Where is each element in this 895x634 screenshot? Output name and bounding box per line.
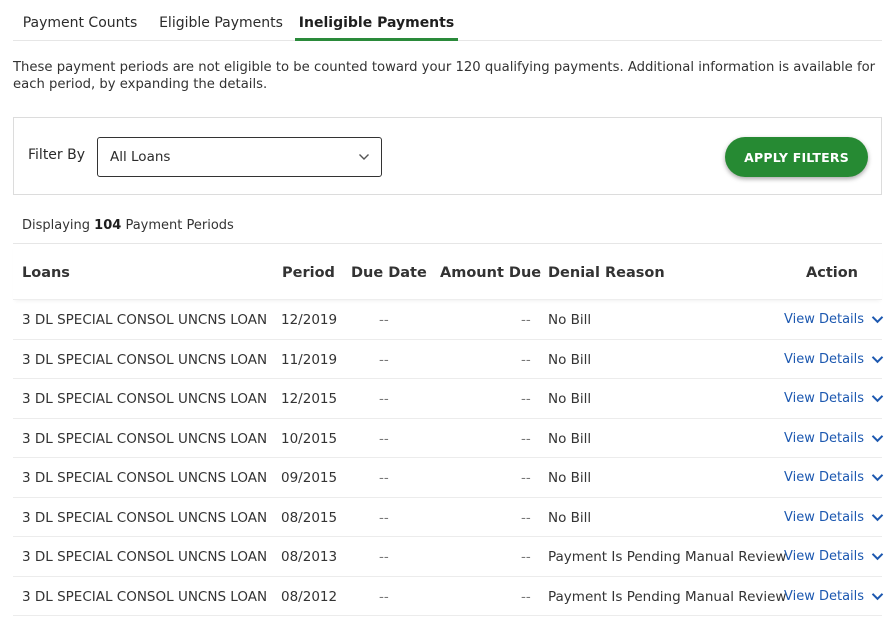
chevron-down-icon: [871, 316, 884, 324]
chevron-down-icon: [871, 592, 884, 600]
view-details-label: View Details: [784, 549, 865, 564]
amount-due-cell: --: [521, 430, 531, 447]
due-date-cell: --: [379, 391, 389, 407]
period-cell: 10/2015: [281, 430, 338, 447]
amount-due-cell: --: [521, 588, 531, 605]
table-row: 3 DL SPECIAL CONSOL UNCNS LOAN 12/2019 -…: [13, 300, 884, 340]
table-row: 3 DL SPECIAL CONSOL UNCNS LOAN 10/2015 -…: [13, 419, 884, 458]
view-details-label: View Details: [784, 312, 865, 327]
filter-label: Filter By: [28, 147, 86, 163]
due-date-cell: --: [379, 351, 389, 368]
loan-name-cell: 3 DL SPECIAL CONSOL UNCNS LOAN: [22, 509, 268, 526]
chevron-down-icon: [871, 355, 884, 363]
amount-due-cell: --: [521, 549, 531, 565]
amount-due-cell: --: [521, 391, 531, 407]
tab-ineligible-payments[interactable]: Ineligible Payments: [295, 0, 458, 41]
period-cell: 08/2013: [281, 549, 338, 565]
column-header-due-date: Due Date: [351, 265, 427, 281]
intro-text: These payment periods are not eligible t…: [13, 60, 876, 92]
table-row: 3 DL SPECIAL CONSOL UNCNS LOAN 12/2015 -…: [13, 379, 884, 419]
period-cell: 11/2019: [281, 351, 338, 368]
column-header-loans: Loans: [22, 265, 70, 281]
denial-reason-cell: Payment Is Pending Manual Review: [548, 549, 787, 565]
period-cell: 12/2015: [281, 391, 338, 407]
ineligible-payments-table: Loans Period Due Date Amount Due Denial …: [13, 243, 884, 616]
amount-due-cell: --: [521, 509, 531, 526]
loan-name-cell: 3 DL SPECIAL CONSOL UNCNS LOAN: [22, 588, 268, 605]
table-row: 3 DL SPECIAL CONSOL UNCNS LOAN 09/2015 -…: [13, 458, 884, 498]
column-header-action: Action: [806, 265, 859, 281]
tab-bar: Payment Counts Eligible Payments Ineligi…: [13, 0, 882, 41]
column-header-amount-due: Amount Due: [440, 265, 542, 281]
view-details-label: View Details: [784, 351, 865, 367]
view-details-label: View Details: [784, 391, 865, 406]
period-cell: 09/2015: [281, 470, 338, 486]
tab-eligible-payments[interactable]: Eligible Payments: [147, 0, 295, 41]
period-cell: 08/2012: [281, 588, 338, 605]
apply-filters-button[interactable]: APPLY FILTERS: [725, 137, 868, 177]
column-header-period: Period: [282, 265, 335, 281]
table-row: 3 DL SPECIAL CONSOL UNCNS LOAN 08/2015 -…: [13, 498, 884, 537]
chevron-down-icon: [871, 513, 884, 521]
payment-history-page: Payment Counts Eligible Payments Ineligi…: [0, 0, 895, 634]
denial-reason-cell: No Bill: [548, 391, 592, 407]
view-details-link[interactable]: View Details: [784, 510, 884, 525]
view-details-link[interactable]: View Details: [784, 589, 884, 604]
view-details-label: View Details: [784, 470, 865, 485]
table-row: 3 DL SPECIAL CONSOL UNCNS LOAN 08/2012 -…: [13, 577, 884, 616]
amount-due-cell: --: [521, 470, 531, 486]
loan-name-cell: 3 DL SPECIAL CONSOL UNCNS LOAN: [22, 549, 268, 565]
due-date-cell: --: [379, 470, 389, 486]
chevron-down-icon: [871, 395, 884, 403]
due-date-cell: --: [379, 588, 389, 605]
loan-filter-select[interactable]: All Loans: [97, 137, 382, 177]
view-details-link[interactable]: View Details: [784, 470, 884, 485]
filter-panel: Filter By All Loans APPLY FILTERS: [13, 117, 882, 195]
chevron-down-icon: [871, 434, 884, 442]
loan-filter-value: All Loans: [110, 149, 171, 165]
loan-name-cell: 3 DL SPECIAL CONSOL UNCNS LOAN: [22, 351, 268, 368]
denial-reason-cell: Payment Is Pending Manual Review: [548, 588, 787, 605]
tab-payment-counts[interactable]: Payment Counts: [13, 0, 147, 41]
loan-name-cell: 3 DL SPECIAL CONSOL UNCNS LOAN: [22, 430, 268, 447]
amount-due-cell: --: [521, 351, 531, 368]
loan-name-cell: 3 DL SPECIAL CONSOL UNCNS LOAN: [22, 470, 268, 486]
column-header-denial-reason: Denial Reason: [548, 265, 665, 281]
due-date-cell: --: [379, 430, 389, 447]
denial-reason-cell: No Bill: [548, 430, 592, 447]
denial-reason-cell: No Bill: [548, 509, 592, 526]
view-details-label: View Details: [784, 588, 865, 604]
denial-reason-cell: No Bill: [548, 470, 592, 486]
results-count-suffix: Payment Periods: [125, 218, 234, 233]
view-details-link[interactable]: View Details: [784, 312, 884, 327]
table-header: Loans Period Due Date Amount Due Denial …: [13, 244, 882, 300]
period-cell: 08/2015: [281, 509, 338, 526]
table-row: 3 DL SPECIAL CONSOL UNCNS LOAN 11/2019 -…: [13, 340, 884, 379]
denial-reason-cell: No Bill: [548, 312, 592, 328]
results-count: Displaying 104 Payment Periods: [22, 218, 234, 233]
view-details-link[interactable]: View Details: [784, 391, 884, 406]
view-details-link[interactable]: View Details: [784, 431, 884, 446]
chevron-down-icon: [359, 154, 369, 160]
chevron-down-icon: [871, 553, 884, 561]
loan-name-cell: 3 DL SPECIAL CONSOL UNCNS LOAN: [22, 312, 268, 328]
amount-due-cell: --: [521, 312, 531, 328]
results-count-number: 104: [94, 218, 122, 233]
period-cell: 12/2019: [281, 312, 338, 328]
loan-name-cell: 3 DL SPECIAL CONSOL UNCNS LOAN: [22, 391, 268, 407]
due-date-cell: --: [379, 312, 389, 328]
due-date-cell: --: [379, 549, 389, 565]
chevron-down-icon: [871, 474, 884, 482]
view-details-link[interactable]: View Details: [784, 549, 884, 564]
table-body: 3 DL SPECIAL CONSOL UNCNS LOAN 12/2019 -…: [13, 300, 884, 616]
view-details-link[interactable]: View Details: [784, 352, 884, 367]
view-details-label: View Details: [784, 509, 865, 525]
results-count-prefix: Displaying: [22, 218, 91, 233]
denial-reason-cell: No Bill: [548, 351, 592, 368]
due-date-cell: --: [379, 509, 389, 526]
view-details-label: View Details: [784, 430, 865, 446]
table-row: 3 DL SPECIAL CONSOL UNCNS LOAN 08/2013 -…: [13, 537, 884, 577]
